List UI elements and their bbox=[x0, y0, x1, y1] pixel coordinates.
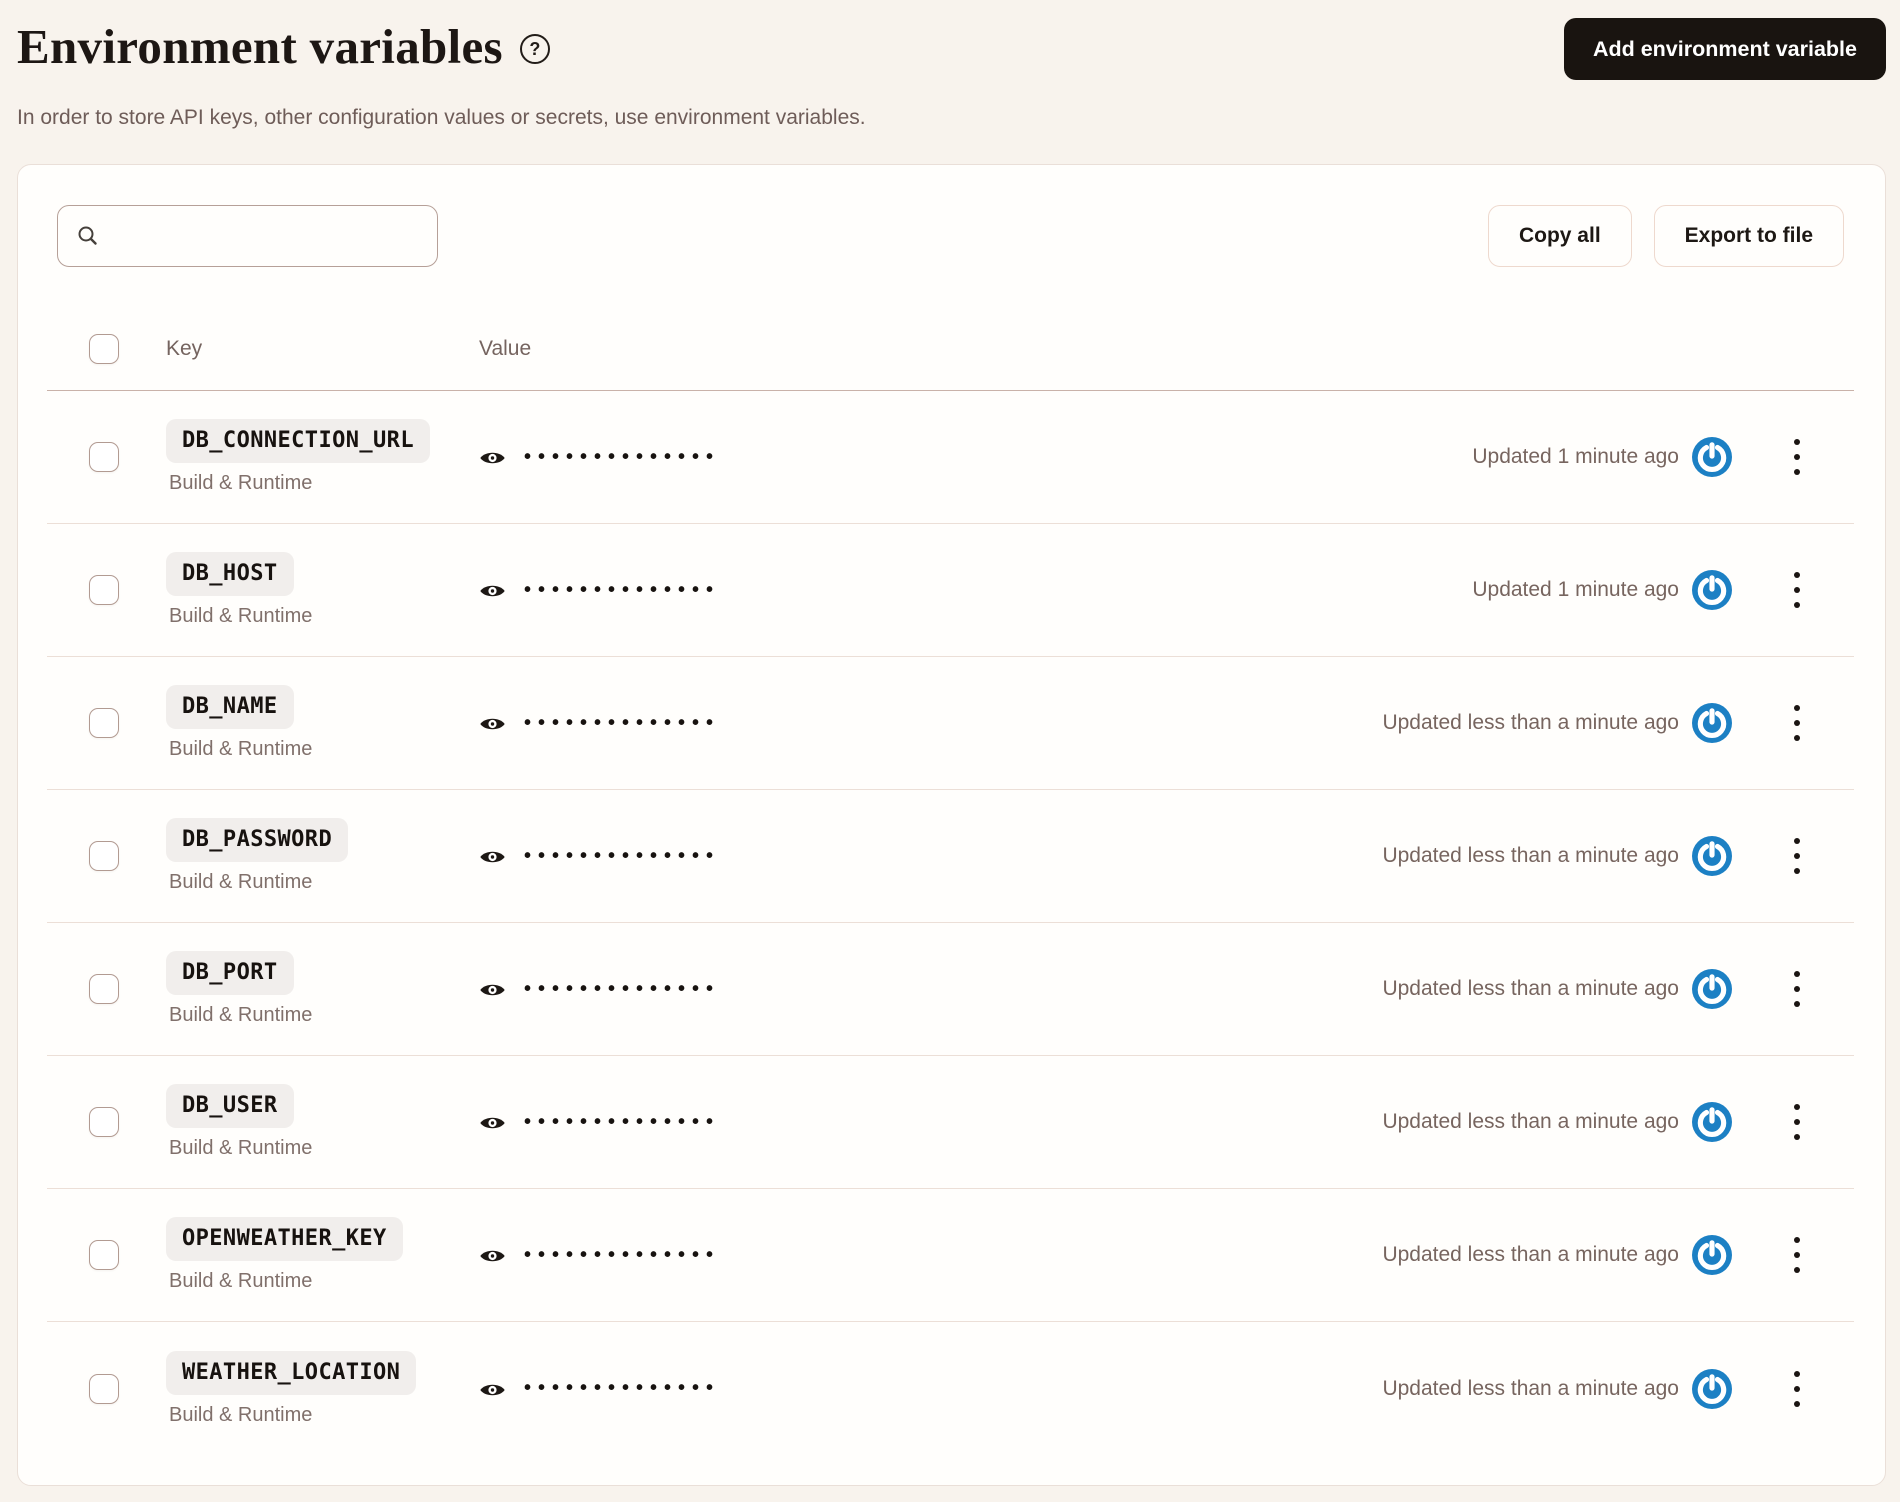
env-scope-label: Build & Runtime bbox=[169, 871, 313, 893]
table-row: WEATHER_LOCATION Build & Runtime •••••••… bbox=[47, 1322, 1854, 1455]
row-menu-button[interactable] bbox=[1790, 568, 1804, 612]
table-row: DB_CONNECTION_URL Build & Runtime ••••••… bbox=[47, 391, 1854, 524]
masked-value: •••••••••••••• bbox=[524, 1110, 721, 1133]
env-vars-card: Copy all Export to file Key Value DB_CON… bbox=[17, 164, 1886, 1486]
env-key-badge: DB_HOST bbox=[166, 552, 294, 596]
updated-timestamp: Updated less than a minute ago bbox=[1382, 1110, 1679, 1133]
updated-timestamp: Updated less than a minute ago bbox=[1382, 711, 1679, 734]
select-all-checkbox[interactable] bbox=[89, 333, 119, 364]
updated-timestamp: Updated less than a minute ago bbox=[1382, 977, 1679, 1000]
masked-value: •••••••••••••• bbox=[524, 578, 721, 601]
table-header-row: Key Value bbox=[47, 307, 1854, 391]
search-box bbox=[57, 205, 438, 267]
row-checkbox[interactable] bbox=[89, 708, 119, 738]
masked-value: •••••••••••••• bbox=[524, 1243, 721, 1266]
reveal-value-eye-icon[interactable] bbox=[479, 980, 506, 1000]
row-menu-button[interactable] bbox=[1790, 701, 1804, 745]
table-row: DB_USER Build & Runtime •••••••••••••• U… bbox=[47, 1056, 1854, 1189]
updated-timestamp: Updated 1 minute ago bbox=[1472, 445, 1679, 468]
export-to-file-button[interactable]: Export to file bbox=[1653, 205, 1844, 267]
env-scope-label: Build & Runtime bbox=[169, 1004, 313, 1026]
row-checkbox[interactable] bbox=[89, 442, 119, 472]
table-row: DB_PASSWORD Build & Runtime ••••••••••••… bbox=[47, 790, 1854, 923]
table-row: OPENWEATHER_KEY Build & Runtime ••••••••… bbox=[47, 1189, 1854, 1322]
page-header: Environment variables ? Add environment … bbox=[17, 16, 1886, 80]
env-key-badge: DB_PASSWORD bbox=[166, 818, 349, 862]
masked-value: •••••••••••••• bbox=[524, 445, 721, 468]
row-menu-button[interactable] bbox=[1790, 1233, 1804, 1277]
redeploy-status-icon[interactable] bbox=[1692, 1368, 1732, 1409]
reveal-value-eye-icon[interactable] bbox=[479, 1113, 506, 1133]
table-row: DB_NAME Build & Runtime •••••••••••••• U… bbox=[47, 657, 1854, 790]
reveal-value-eye-icon[interactable] bbox=[479, 714, 506, 734]
updated-timestamp: Updated less than a minute ago bbox=[1382, 1376, 1679, 1400]
row-menu-button[interactable] bbox=[1790, 834, 1804, 878]
updated-timestamp: Updated less than a minute ago bbox=[1382, 844, 1679, 867]
row-menu-button[interactable] bbox=[1790, 967, 1804, 1011]
reveal-value-eye-icon[interactable] bbox=[479, 581, 506, 601]
reveal-value-eye-icon[interactable] bbox=[479, 1246, 506, 1266]
page-title: Environment variables bbox=[17, 19, 503, 74]
env-scope-label: Build & Runtime bbox=[169, 738, 313, 760]
masked-value: •••••••••••••• bbox=[524, 977, 721, 1000]
toolbar: Copy all Export to file bbox=[57, 205, 1844, 267]
redeploy-status-icon[interactable] bbox=[1692, 570, 1732, 610]
reveal-value-eye-icon[interactable] bbox=[479, 448, 506, 468]
env-scope-label: Build & Runtime bbox=[169, 1137, 313, 1159]
env-key-badge: DB_PORT bbox=[166, 951, 294, 995]
env-scope-label: Build & Runtime bbox=[169, 605, 313, 627]
redeploy-status-icon[interactable] bbox=[1692, 836, 1732, 876]
value-column-header: Value bbox=[479, 336, 532, 360]
redeploy-status-icon[interactable] bbox=[1692, 703, 1732, 743]
environment-variables-page: Environment variables ? Add environment … bbox=[0, 0, 1900, 1486]
masked-value: •••••••••••••• bbox=[524, 1377, 721, 1399]
table-row: DB_PORT Build & Runtime •••••••••••••• U… bbox=[47, 923, 1854, 1056]
row-checkbox[interactable] bbox=[89, 974, 119, 1004]
env-key-badge: WEATHER_LOCATION bbox=[166, 1350, 417, 1395]
search-icon bbox=[76, 224, 100, 253]
env-key-badge: OPENWEATHER_KEY bbox=[166, 1217, 403, 1261]
updated-timestamp: Updated less than a minute ago bbox=[1382, 1243, 1679, 1266]
table-row: DB_HOST Build & Runtime •••••••••••••• U… bbox=[47, 524, 1854, 657]
key-column-header: Key bbox=[166, 336, 203, 360]
help-icon[interactable]: ? bbox=[519, 34, 550, 64]
redeploy-status-icon[interactable] bbox=[1692, 437, 1732, 477]
reveal-value-eye-icon[interactable] bbox=[479, 1380, 506, 1400]
redeploy-status-icon[interactable] bbox=[1692, 969, 1732, 1009]
env-key-badge: DB_CONNECTION_URL bbox=[166, 419, 430, 463]
env-scope-label: Build & Runtime bbox=[169, 1270, 313, 1292]
row-checkbox[interactable] bbox=[89, 841, 119, 871]
page-subtitle: In order to store API keys, other config… bbox=[17, 106, 866, 129]
row-checkbox[interactable] bbox=[89, 1240, 119, 1270]
masked-value: •••••••••••••• bbox=[524, 711, 721, 734]
redeploy-status-icon[interactable] bbox=[1692, 1102, 1732, 1142]
env-key-badge: DB_NAME bbox=[166, 685, 294, 729]
search-input[interactable] bbox=[57, 205, 438, 267]
row-menu-button[interactable] bbox=[1790, 435, 1804, 479]
updated-timestamp: Updated 1 minute ago bbox=[1472, 578, 1679, 601]
row-menu-button[interactable] bbox=[1790, 1100, 1804, 1144]
masked-value: •••••••••••••• bbox=[524, 844, 721, 867]
row-checkbox[interactable] bbox=[89, 575, 119, 605]
redeploy-status-icon[interactable] bbox=[1692, 1235, 1732, 1275]
copy-all-button[interactable]: Copy all bbox=[1487, 205, 1632, 267]
add-environment-variable-button[interactable]: Add environment variable bbox=[1563, 18, 1886, 80]
row-checkbox[interactable] bbox=[89, 1107, 119, 1137]
table-body: DB_CONNECTION_URL Build & Runtime ••••••… bbox=[47, 391, 1854, 1455]
row-menu-button[interactable] bbox=[1790, 1367, 1804, 1411]
env-key-badge: DB_USER bbox=[166, 1084, 294, 1128]
reveal-value-eye-icon[interactable] bbox=[479, 847, 506, 867]
row-checkbox[interactable] bbox=[89, 1373, 119, 1404]
env-scope-label: Build & Runtime bbox=[169, 1403, 313, 1426]
env-scope-label: Build & Runtime bbox=[169, 472, 313, 494]
